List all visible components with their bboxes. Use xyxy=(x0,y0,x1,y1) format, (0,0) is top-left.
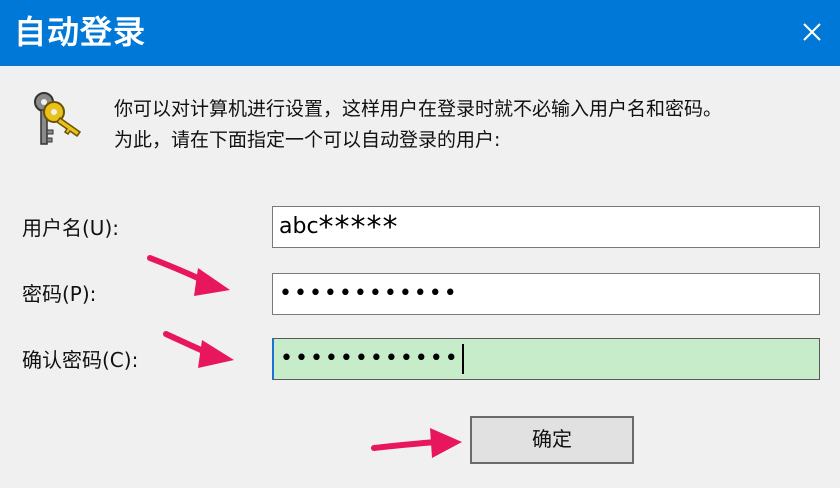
instruction-line-2: 为此，请在下面指定一个可以自动登录的用户: xyxy=(114,129,501,151)
username-masked-text: ***** xyxy=(318,210,399,245)
username-text: abc xyxy=(279,214,319,239)
username-label: 用户名(U): xyxy=(22,216,119,240)
pointer-arrow-icon xyxy=(147,255,230,296)
confirm-password-dots: •••••••••••• xyxy=(280,346,460,371)
instruction-text: 你可以对计算机进行设置，这样用户在登录时就不必输入用户名和密码。 为此，请在下面… xyxy=(114,94,814,156)
password-dots: •••••••••••• xyxy=(279,281,459,306)
confirm-password-label: 确认密码(C): xyxy=(22,348,139,372)
username-field[interactable]: abc***** xyxy=(272,206,820,248)
text-caret xyxy=(461,344,464,374)
keys-icon xyxy=(24,88,88,152)
confirm-password-field[interactable]: •••••••••••• xyxy=(272,338,820,380)
close-icon[interactable] xyxy=(798,18,826,46)
instruction-line-1: 你可以对计算机进行设置，这样用户在登录时就不必输入用户名和密码。 xyxy=(114,98,723,120)
password-label: 密码(P): xyxy=(22,282,97,306)
title-bar: 自动登录 xyxy=(0,0,840,66)
password-field[interactable]: •••••••••••• xyxy=(272,273,820,315)
pointer-arrow-icon xyxy=(163,331,234,368)
ok-button[interactable]: 确定 xyxy=(470,416,634,464)
window-title: 自动登录 xyxy=(14,13,147,51)
pointer-arrow-icon xyxy=(371,428,462,458)
